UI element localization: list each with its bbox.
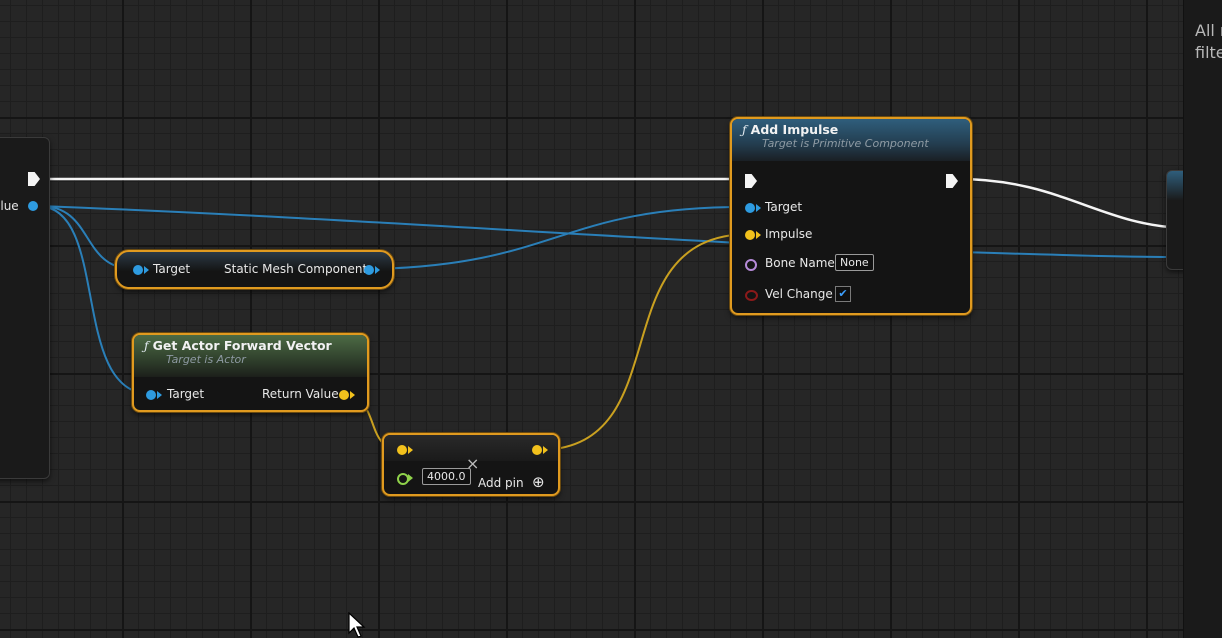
forward-target-arrow xyxy=(157,391,162,399)
bone-name-field[interactable]: None xyxy=(835,254,874,271)
forward-node-header: ƒ Get Actor Forward Vector Target is Acto… xyxy=(134,335,367,377)
forward-return-arrow xyxy=(350,391,355,399)
panel-message: All r filte xyxy=(1195,20,1222,64)
wires-layer xyxy=(39,177,1183,451)
add-impulse-node[interactable]: ƒ Add Impulse Target is Primitive Compone… xyxy=(730,117,972,315)
forward-node-title-text: Get Actor Forward Vector xyxy=(152,338,332,353)
event-node[interactable]: alue xyxy=(0,137,50,479)
bone-name-input-pin[interactable] xyxy=(745,259,757,271)
impulse-target-arrow xyxy=(756,204,761,212)
multiply-input-a-pin[interactable] xyxy=(397,445,407,455)
mesh-output-arrow xyxy=(375,266,380,274)
details-panel: All r filte xyxy=(1183,0,1222,638)
impulse-exec-in-pin[interactable] xyxy=(745,174,757,188)
impulse-label: Impulse xyxy=(765,227,813,241)
blueprint-graph-canvas[interactable]: alue Target Static Mesh Component ƒGet A… xyxy=(0,0,1183,638)
function-icon: ƒ xyxy=(742,122,747,137)
value-pin-label: alue xyxy=(0,199,19,213)
vector-wire-multiply-to-impulse xyxy=(542,233,749,451)
forward-target-input-pin[interactable] xyxy=(146,390,156,400)
remove-pin-icon[interactable]: × xyxy=(466,454,479,473)
impulse-exec-out-pin[interactable] xyxy=(946,174,958,188)
impulse-node-subtitle: Target is Primitive Component xyxy=(762,137,929,150)
value-output-pin[interactable] xyxy=(28,201,38,211)
object-wire-mesh-to-impulse-target xyxy=(371,205,749,270)
mesh-target-label: Target xyxy=(153,262,191,276)
get-actor-forward-vector-node[interactable]: ƒ Get Actor Forward Vector Target is Acto… xyxy=(132,333,369,412)
impulse-node-title-text: Add Impulse xyxy=(750,122,839,137)
impulse-target-input-pin[interactable] xyxy=(745,203,755,213)
panel-message-line1: All r xyxy=(1195,21,1222,40)
multiply-value-field[interactable]: 4000.0 xyxy=(422,468,471,485)
mesh-target-input-arrow xyxy=(144,266,149,274)
multiply-output-pin[interactable] xyxy=(532,445,542,455)
impulse-target-label: Target xyxy=(765,200,803,214)
exec-wire-impulse-out xyxy=(957,177,1183,230)
bone-name-label: Bone Name xyxy=(765,256,835,270)
forward-target-label: Target xyxy=(167,387,205,401)
add-pin-icon[interactable]: ⊕ xyxy=(532,473,545,491)
mouse-cursor-icon xyxy=(348,612,366,638)
exec-out-pin[interactable] xyxy=(28,172,40,186)
forward-node-subtitle: Target is Actor xyxy=(166,353,246,366)
multiply-node[interactable]: 4000.0 × Add pin ⊕ xyxy=(382,433,560,496)
impulse-node-header: ƒ Add Impulse Target is Primitive Compone… xyxy=(732,119,970,161)
vel-change-checkbox[interactable]: ✔ xyxy=(835,286,851,302)
vel-change-label: Vel Change xyxy=(765,287,833,301)
multiply-output-arrow xyxy=(543,446,548,454)
forward-node-title: ƒ Get Actor Forward Vector xyxy=(144,338,357,353)
mesh-target-input-pin[interactable] xyxy=(133,265,143,275)
function-icon: ƒ xyxy=(144,338,149,353)
next-node[interactable] xyxy=(1166,170,1183,270)
multiply-input-a-arrow xyxy=(408,446,413,454)
impulse-vector-input-pin[interactable] xyxy=(745,230,755,240)
vel-change-input-pin[interactable] xyxy=(745,290,758,301)
mesh-output-pin[interactable] xyxy=(364,265,374,275)
forward-return-label: Return Value xyxy=(262,387,339,401)
impulse-node-title: ƒ Add Impulse xyxy=(742,122,960,137)
multiply-input-b-arrow xyxy=(408,474,413,482)
mesh-output-label: Static Mesh Component xyxy=(224,262,368,276)
impulse-vector-arrow xyxy=(756,231,761,239)
panel-message-line2: filte xyxy=(1195,43,1222,62)
add-pin-label[interactable]: Add pin xyxy=(478,476,524,490)
forward-return-output-pin[interactable] xyxy=(339,390,349,400)
static-mesh-component-node[interactable]: Target Static Mesh Component xyxy=(115,250,394,289)
